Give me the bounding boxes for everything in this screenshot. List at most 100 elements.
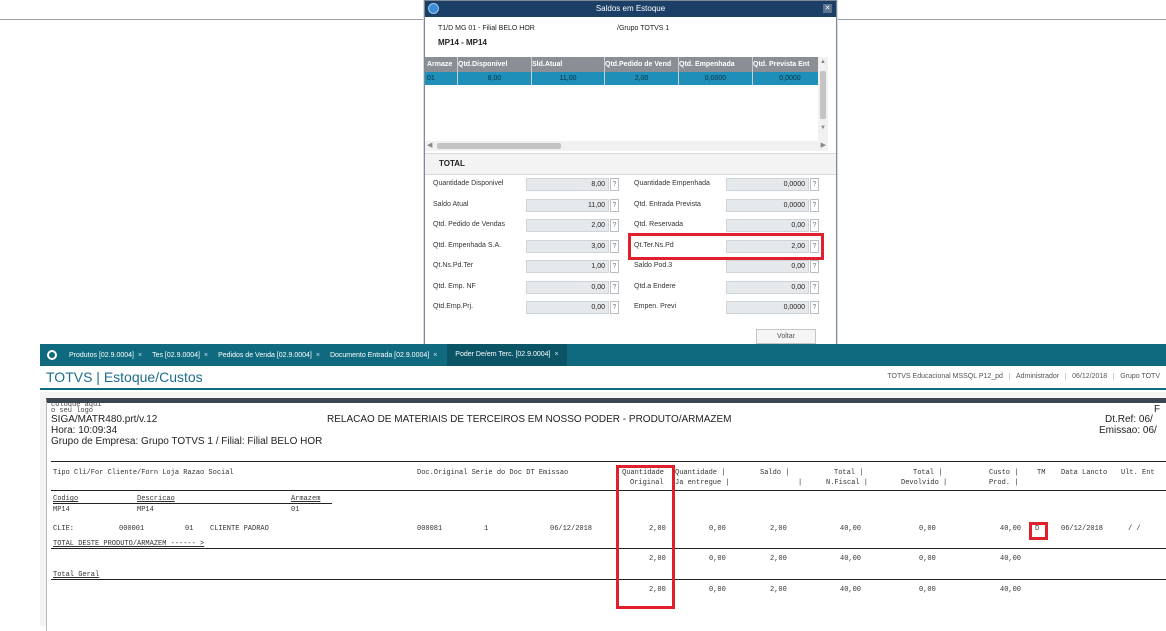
- scroll-thumb[interactable]: [437, 143, 561, 149]
- scroll-up-icon[interactable]: ▲: [820, 59, 826, 65]
- help-icon[interactable]: ?: [810, 301, 819, 314]
- total-prod-label: TOTAL DESTE PRODUTO/ARMAZEM ------ >: [53, 540, 205, 548]
- totvs-logo-icon[interactable]: [47, 350, 57, 360]
- line-doc: 000081: [417, 525, 443, 533]
- tab-poder-terceiros[interactable]: Poder De/em Terc. [02.9.0004] ×: [447, 344, 567, 366]
- col-qtd-disponivel[interactable]: Qtd.Disponivel: [458, 57, 532, 72]
- field-value[interactable]: 0,0000: [726, 199, 809, 212]
- field-label: Empen. Previ: [634, 303, 677, 310]
- help-icon[interactable]: ?: [810, 199, 819, 212]
- report-page: coloque aqui o seu logo SIGA/MATR480.prt…: [46, 398, 1166, 631]
- total-geral-nf: 40,00: [840, 586, 862, 594]
- close-icon[interactable]: ✕: [823, 4, 832, 13]
- field-value[interactable]: 0,00: [726, 260, 809, 273]
- help-icon[interactable]: ?: [610, 301, 619, 314]
- help-icon[interactable]: ?: [610, 178, 619, 191]
- sub-armazem: Armazem: [291, 495, 321, 503]
- help-icon[interactable]: ?: [610, 281, 619, 294]
- header-qtd-entregue-2: Ja entregue |: [675, 479, 730, 487]
- dialog-title: Saldos em Estoque: [595, 4, 666, 13]
- cell: 01: [425, 72, 458, 85]
- help-icon[interactable]: ?: [610, 219, 619, 232]
- tab-pedidos-venda[interactable]: Pedidos de Venda [02.9.0004] ×: [218, 352, 324, 359]
- help-icon[interactable]: ?: [610, 199, 619, 212]
- field-value[interactable]: 0,00: [526, 281, 609, 294]
- field-value[interactable]: 0,00: [726, 219, 809, 232]
- report-dtref: Dt.Ref: 06/: [1105, 414, 1153, 425]
- help-icon[interactable]: ?: [610, 240, 619, 253]
- total-prod-custo: 40,00: [1000, 555, 1022, 563]
- scroll-left-icon[interactable]: ◀: [427, 141, 432, 149]
- tab-produtos[interactable]: Produtos [02.9.0004] ×: [69, 352, 146, 359]
- col-qtd-pedido[interactable]: Qtd.Pedido de Vend: [605, 57, 679, 72]
- highlight-box-quantidade-original: [616, 465, 675, 609]
- app-title: TOTVS | Estoque/Custos: [46, 369, 203, 385]
- report-empresa: Grupo de Empresa: Grupo TOTVS 1 / Filial…: [51, 436, 323, 447]
- grid-row-selected[interactable]: 01 8,00 11,00 2,00 0,0000 0,0000: [425, 72, 828, 85]
- grid-vertical-scrollbar[interactable]: ▲ ▼: [818, 57, 828, 149]
- field-label: Qtd. Emp. NF: [433, 283, 476, 290]
- grid-horizontal-scrollbar[interactable]: ◀ ▶: [425, 141, 828, 151]
- tab-label: Produtos [02.9.0004]: [69, 351, 134, 359]
- line-qtd-entr: 0,00: [709, 525, 726, 533]
- close-icon[interactable]: ×: [204, 352, 208, 359]
- divider: [51, 548, 1166, 549]
- header-custo: Custo |: [989, 469, 1019, 477]
- help-icon[interactable]: ?: [610, 260, 619, 273]
- sub-descricao: Descricao: [137, 495, 175, 503]
- prod-codigo: MP14: [53, 506, 70, 514]
- field-label: Quantidade Disponivel: [433, 180, 504, 187]
- help-icon[interactable]: ?: [810, 178, 819, 191]
- col-qtd-prevista[interactable]: Qtd. Prevista Ent: [753, 57, 828, 72]
- scroll-thumb[interactable]: [820, 71, 826, 119]
- col-armaze[interactable]: Armaze: [425, 57, 458, 72]
- scroll-down-icon[interactable]: ▼: [820, 125, 826, 131]
- field-label: Qtd. Pedido de Vendas: [433, 221, 505, 228]
- field-value[interactable]: 1,00: [526, 260, 609, 273]
- voltar-button[interactable]: Voltar: [756, 329, 816, 344]
- total-geral-dev: 0,00: [919, 586, 936, 594]
- header-data-lancto: Data Lancto: [1061, 469, 1108, 477]
- field-label: Saldo Atual: [433, 201, 469, 208]
- field-value[interactable]: 2,00: [526, 219, 609, 232]
- user-label[interactable]: Administrador: [1008, 373, 1066, 380]
- field-value[interactable]: 0,0000: [726, 178, 809, 191]
- close-icon[interactable]: ×: [316, 352, 320, 359]
- tab-label: Pedidos de Venda [02.9.0004]: [218, 351, 312, 359]
- field-label: Qtd. Empenhada S.A.: [433, 242, 502, 249]
- field-value[interactable]: 0,00: [726, 281, 809, 294]
- close-icon[interactable]: ×: [555, 351, 559, 358]
- app-status: TOTVS Educacional MSSQL P12_pd Administra…: [881, 373, 1166, 380]
- group-label: Grupo TOTV: [1113, 373, 1166, 380]
- total-geral-label: Total Geral: [53, 571, 100, 579]
- field-value[interactable]: 0,00: [526, 301, 609, 314]
- close-icon[interactable]: ×: [138, 352, 142, 359]
- col-sld-atual[interactable]: Sld.Atual: [532, 57, 605, 72]
- field-value[interactable]: 0,0000: [726, 301, 809, 314]
- close-icon[interactable]: ×: [433, 352, 437, 359]
- date-label: 06/12/2018: [1065, 373, 1114, 380]
- group-label: /Grupo TOTVS 1: [617, 25, 670, 32]
- field-value[interactable]: 3,00: [526, 240, 609, 253]
- field-value[interactable]: 8,00: [526, 178, 609, 191]
- divider: [51, 579, 1166, 580]
- total-geral-qe: 0,00: [709, 586, 726, 594]
- help-icon[interactable]: ?: [810, 260, 819, 273]
- line-cliente: 000001: [119, 525, 145, 533]
- header-tm: TM: [1037, 469, 1046, 477]
- total-prod-qe: 0,00: [709, 555, 726, 563]
- field-value[interactable]: 11,00: [526, 199, 609, 212]
- divider: [53, 503, 332, 504]
- help-icon[interactable]: ?: [810, 219, 819, 232]
- help-icon[interactable]: ?: [810, 281, 819, 294]
- prod-desc: MP14: [137, 506, 154, 514]
- header-total-dev: Total |: [913, 469, 943, 477]
- col-qtd-empenhada[interactable]: Qtd. Empenhada: [679, 57, 753, 72]
- tab-documento-entrada[interactable]: Documento Entrada [02.9.0004] ×: [330, 352, 441, 359]
- cell: 11,00: [532, 72, 605, 85]
- scroll-right-icon[interactable]: ▶: [821, 141, 826, 149]
- tab-label: Poder De/em Terc. [02.9.0004]: [455, 351, 551, 358]
- prod-armazem: 01: [291, 506, 300, 514]
- field-label: Saldo Pod.3: [634, 262, 673, 269]
- tab-tes[interactable]: Tes [02.9.0004] ×: [152, 352, 212, 359]
